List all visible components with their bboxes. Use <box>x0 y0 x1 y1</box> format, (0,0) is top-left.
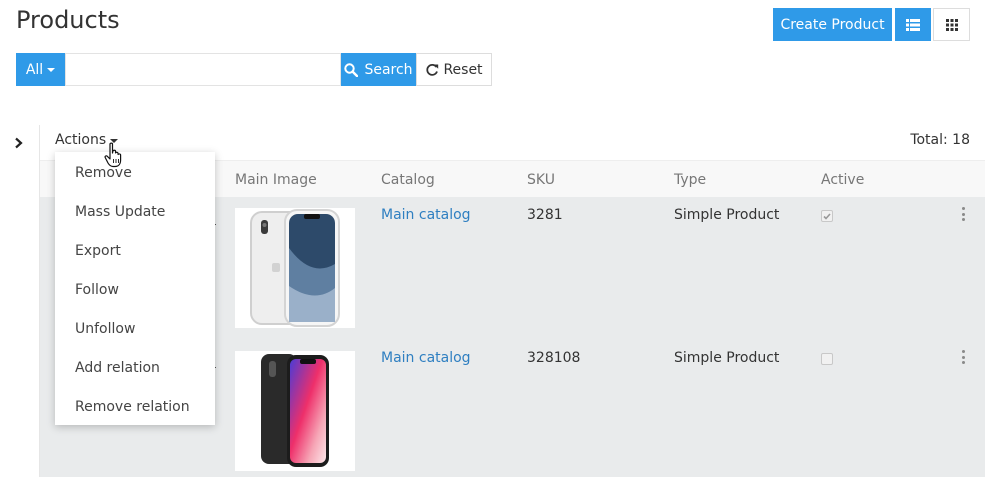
catalog-link[interactable]: Main catalog <box>381 207 471 223</box>
actions-menu: Remove Mass Update Export Follow Unfollo… <box>55 152 215 425</box>
column-sku[interactable]: SKU <box>527 172 555 188</box>
list-icon <box>906 18 920 31</box>
search-button-label: Search <box>364 61 413 78</box>
filter-panel-toggle[interactable] <box>0 125 40 477</box>
search-icon <box>344 62 359 77</box>
search-scope-dropdown[interactable]: All <box>16 53 65 86</box>
menu-item-unfollow[interactable]: Unfollow <box>55 310 215 349</box>
total-count: Total: 18 <box>910 132 970 148</box>
actions-label: Actions <box>55 132 107 148</box>
column-active[interactable]: Active <box>821 172 864 188</box>
menu-item-export[interactable]: Export <box>55 232 215 271</box>
grid-view-button[interactable] <box>933 8 970 41</box>
column-main-image[interactable]: Main Image <box>235 172 317 188</box>
row-menu-button[interactable] <box>959 207 967 221</box>
grid-icon <box>945 18 958 31</box>
list-view-button[interactable] <box>895 8 931 41</box>
product-image[interactable] <box>235 351 355 471</box>
search-button[interactable]: Search <box>341 53 416 86</box>
menu-item-remove-relation[interactable]: Remove relation <box>55 388 215 427</box>
sku-value: 328108 <box>527 350 581 366</box>
check-icon <box>823 212 831 220</box>
refresh-icon <box>426 63 439 76</box>
active-checkbox <box>821 353 833 365</box>
catalog-link[interactable]: Main catalog <box>381 350 471 366</box>
menu-item-remove[interactable]: Remove <box>55 154 215 193</box>
caret-down-icon <box>47 67 56 72</box>
reset-button[interactable]: Reset <box>416 53 492 86</box>
column-catalog[interactable]: Catalog <box>381 172 435 188</box>
iphone-x-black-image <box>261 354 329 467</box>
page-title: Products <box>16 6 120 34</box>
active-checkbox <box>821 210 833 222</box>
menu-item-follow[interactable]: Follow <box>55 271 215 310</box>
column-type[interactable]: Type <box>674 172 706 188</box>
type-value: Simple Product <box>674 350 780 366</box>
iphone-xr-white-image <box>250 209 340 327</box>
menu-item-add-relation[interactable]: Add relation <box>55 349 215 388</box>
sku-value: 3281 <box>527 207 563 223</box>
product-image[interactable] <box>235 208 355 328</box>
create-product-button[interactable]: Create Product <box>773 8 892 41</box>
hand-cursor-icon <box>104 142 122 168</box>
type-value: Simple Product <box>674 207 780 223</box>
menu-item-mass-update[interactable]: Mass Update <box>55 193 215 232</box>
row-menu-button[interactable] <box>959 350 967 364</box>
search-scope-label: All <box>25 61 44 78</box>
search-input[interactable] <box>65 53 341 86</box>
chevron-right-icon <box>15 137 23 149</box>
reset-button-label: Reset <box>443 61 483 78</box>
